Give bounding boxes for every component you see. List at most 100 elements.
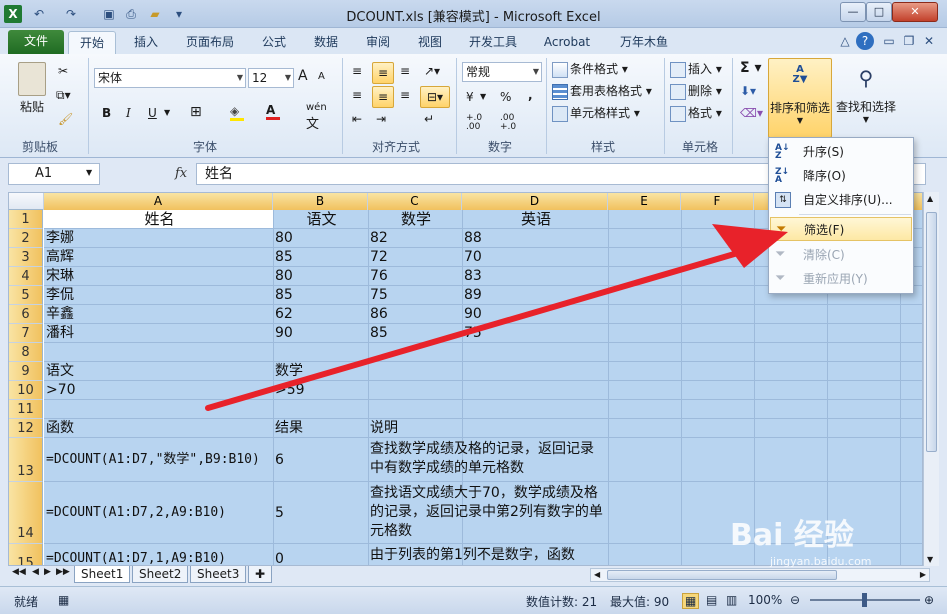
cell-c6[interactable]: 86 [368, 305, 462, 324]
scroll-thumb[interactable] [926, 212, 937, 452]
macro-record-icon[interactable]: ▦ [58, 593, 69, 607]
insert-cells-button[interactable]: 插入 ▾ [670, 60, 722, 78]
column-header-a[interactable]: A [44, 193, 273, 210]
sheet-tab-sheet2[interactable]: Sheet2 [132, 566, 189, 583]
cell-a15[interactable]: =DCOUNT(A1:D7,1,A9:B10) [44, 544, 273, 565]
horizontal-scrollbar[interactable]: ◀ ▶ [590, 568, 930, 582]
workbook-restore-icon[interactable]: ❐ [900, 32, 918, 50]
decrease-indent-icon[interactable]: ⇤ [352, 112, 362, 126]
cell-a8[interactable] [44, 343, 273, 362]
cell-b5[interactable]: 85 [273, 286, 368, 305]
tab-acrobat[interactable]: Acrobat [536, 31, 598, 54]
workbook-minimize-icon[interactable]: ▭ [880, 32, 898, 50]
font-name-combo[interactable]: 宋体 ▼ [94, 68, 246, 88]
row-header-14[interactable]: 14 [9, 482, 43, 544]
grow-font-button[interactable]: A [298, 68, 308, 84]
tab-insert[interactable]: 插入 [122, 31, 170, 54]
row-header-9[interactable]: 9 [9, 362, 43, 381]
vertical-scrollbar[interactable]: ▲ ▼ [923, 192, 939, 566]
cell-a11[interactable] [44, 400, 273, 419]
underline-dropdown-icon[interactable]: ▼ [164, 108, 170, 117]
italic-button[interactable]: I [126, 106, 131, 120]
cell-b9[interactable]: 数学 [273, 362, 368, 381]
wrap-text-icon[interactable]: ↵ [424, 112, 434, 126]
scroll-down-icon[interactable]: ▼ [927, 555, 933, 564]
cell-b10[interactable]: >59 [273, 381, 368, 400]
insert-sheet-icon[interactable]: ✚ [248, 566, 273, 583]
hscroll-left-icon[interactable]: ◀ [594, 570, 600, 579]
scroll-up-icon[interactable]: ▲ [927, 194, 933, 203]
cell-a9[interactable]: 语文 [44, 362, 273, 381]
cell-d9[interactable] [462, 362, 608, 381]
cell-d1[interactable]: 英语 [462, 210, 608, 229]
column-header-c[interactable]: C [368, 193, 462, 210]
align-left-icon[interactable]: ≡ [352, 88, 362, 102]
cell-a12[interactable]: 函数 [44, 419, 273, 438]
sheet-tab-sheet1[interactable]: Sheet1 [74, 566, 131, 583]
currency-icon[interactable]: ¥ [466, 90, 474, 104]
cell-b14[interactable]: 5 [273, 482, 368, 544]
cell-d3[interactable]: 70 [462, 248, 608, 267]
hscroll-right-icon[interactable]: ▶ [920, 570, 926, 579]
format-as-table-button[interactable]: 套用表格格式 ▾ [552, 82, 652, 100]
currency-dropdown-icon[interactable]: ▼ [480, 92, 486, 101]
cell-a13[interactable]: =DCOUNT(A1:D7,"数学",B9:B10) [44, 438, 273, 482]
menu-item-reapply[interactable]: ⏷ 重新应用(Y) [770, 267, 912, 291]
prev-sheet-icon[interactable]: ◀ [32, 567, 39, 577]
zoom-slider-thumb[interactable] [862, 593, 867, 607]
percent-button[interactable]: % [500, 90, 511, 104]
insert-function-icon[interactable]: fx [175, 166, 187, 181]
column-header-d[interactable]: D [462, 193, 608, 210]
row-header-8[interactable]: 8 [9, 343, 43, 362]
cell-c7[interactable]: 85 [368, 324, 462, 343]
page-layout-view-icon[interactable]: ▤ [706, 593, 717, 607]
menu-item-clear[interactable]: ⏷ 清除(C) [770, 243, 912, 267]
cell-c12[interactable]: 说明 [368, 419, 462, 438]
column-header-f[interactable]: F [681, 193, 754, 210]
tab-page-layout[interactable]: 页面布局 [176, 31, 244, 54]
sort-filter-button[interactable]: A Z▼ 排序和筛选 ▼ [768, 58, 832, 138]
row-header-15[interactable]: 15 [9, 544, 43, 565]
next-sheet-icon[interactable]: ▶ [44, 567, 51, 577]
cell-d2[interactable]: 88 [462, 229, 608, 248]
row-header-4[interactable]: 4 [9, 267, 43, 286]
bold-button[interactable]: B [102, 106, 111, 120]
workbook-close-icon[interactable]: ✕ [920, 32, 938, 50]
cut-icon[interactable]: ✂ [58, 64, 68, 78]
cell-styles-button[interactable]: 单元格样式 ▾ [552, 104, 640, 122]
select-all-button[interactable] [9, 193, 44, 210]
row-header-1[interactable]: 1 [9, 210, 43, 229]
cell-c2[interactable]: 82 [368, 229, 462, 248]
borders-icon[interactable]: ⊞ [190, 104, 202, 120]
orientation-icon[interactable]: ↗▾ [424, 64, 440, 78]
row-header-13[interactable]: 13 [9, 438, 43, 482]
cell-c11[interactable] [368, 400, 462, 419]
tab-data[interactable]: 数据 [302, 31, 350, 54]
fill-icon[interactable]: ⬇▾ [740, 84, 756, 98]
cell-c9[interactable] [368, 362, 462, 381]
cell-a1[interactable]: 姓名 [44, 210, 273, 229]
clear-icon[interactable]: ⌫▾ [740, 106, 763, 120]
cell-a14[interactable]: =DCOUNT(A1:D7,2,A9:B10) [44, 482, 273, 544]
last-sheet-icon[interactable]: ▶▶ [56, 567, 70, 577]
font-color-icon[interactable]: A [266, 103, 280, 120]
find-select-button[interactable]: ⚲ 查找和选择 ▼ [834, 58, 898, 124]
tab-file[interactable]: 文件 [8, 30, 64, 54]
cell-c4[interactable]: 76 [368, 267, 462, 286]
row-header-7[interactable]: 7 [9, 324, 43, 343]
cell-a2[interactable]: 李娜 [44, 229, 273, 248]
cell-a7[interactable]: 潘科 [44, 324, 273, 343]
row-header-2[interactable]: 2 [9, 229, 43, 248]
align-bottom-icon[interactable]: ≡ [400, 64, 410, 78]
sheet-tab-sheet3[interactable]: Sheet3 [190, 566, 247, 583]
delete-cells-button[interactable]: 删除 ▾ [670, 82, 722, 100]
cell-d5[interactable]: 89 [462, 286, 608, 305]
increase-indent-icon[interactable]: ⇥ [376, 112, 386, 126]
number-format-combo[interactable]: 常规 ▼ [462, 62, 542, 82]
cell-d11[interactable] [462, 400, 608, 419]
cell-b11[interactable] [273, 400, 368, 419]
cell-b2[interactable]: 80 [273, 229, 368, 248]
align-top-icon[interactable]: ≡ [352, 64, 362, 78]
minimize-ribbon-icon[interactable]: △ [836, 32, 854, 50]
cell-d10[interactable] [462, 381, 608, 400]
